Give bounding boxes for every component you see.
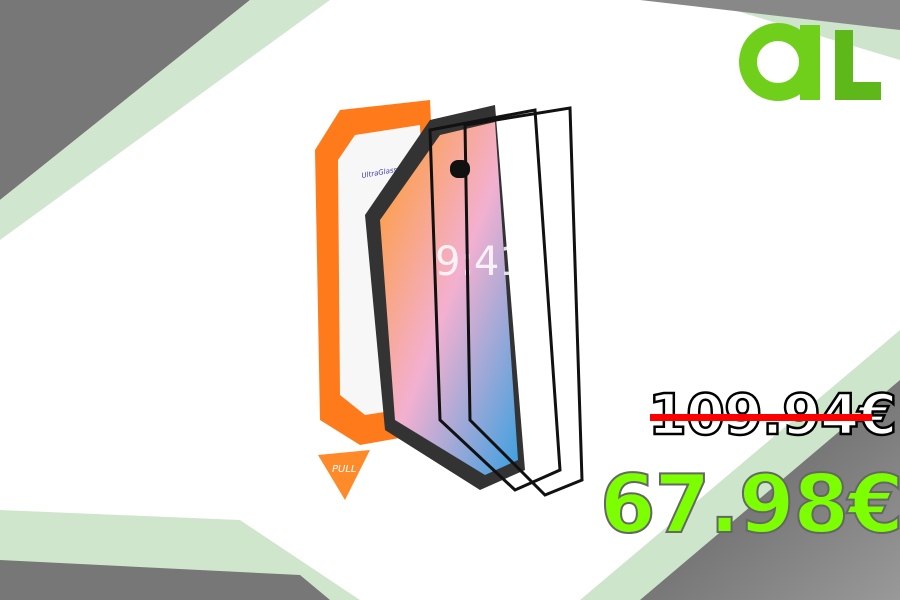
- phone-time: 9:41: [435, 239, 525, 285]
- strikethrough-line: [650, 414, 872, 421]
- sale-price: 67.98€: [599, 457, 900, 552]
- pull-tab-label: PULL: [332, 464, 357, 475]
